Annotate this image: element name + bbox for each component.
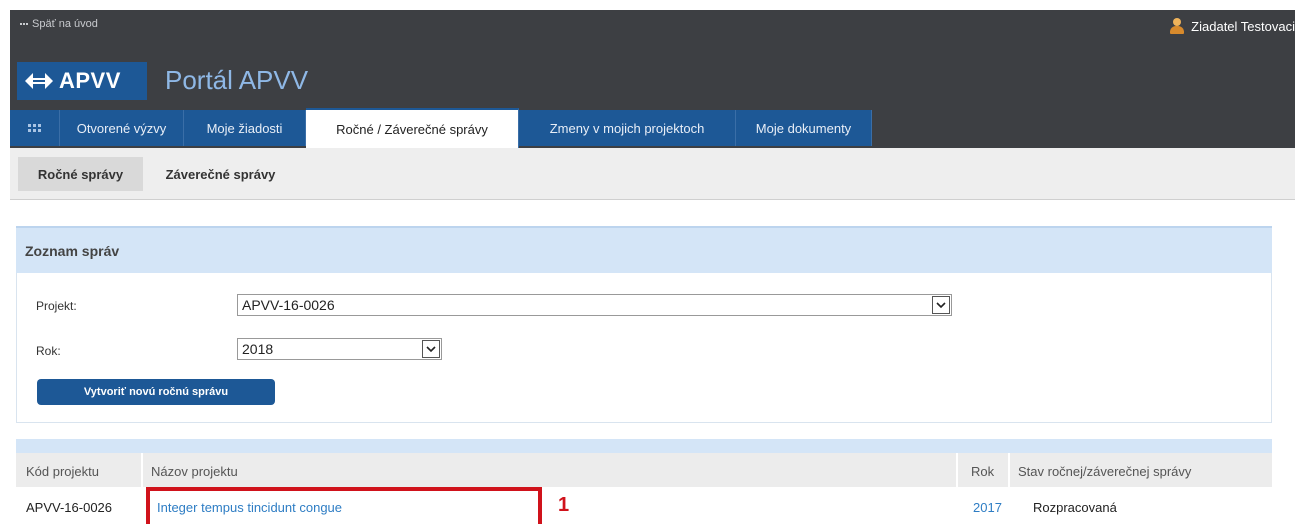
cell-report-status: Rozpracovaná [1033,500,1117,515]
subtab-rocne-spravy[interactable]: Ročné správy [18,157,143,191]
user-menu[interactable]: Ziadatel Testovaci [1169,17,1295,35]
tab-moje-dokumenty[interactable]: Moje dokumenty [736,110,872,146]
year-select-value: 2018 [242,341,274,357]
portal-title: Portál APVV [165,65,309,95]
chevron-down-icon [932,296,950,314]
user-icon [1169,17,1185,35]
panel-header: Zoznam správ [16,226,1272,273]
column-divider [956,453,958,487]
project-select[interactable]: APVV-16-0026 [237,294,952,316]
chevron-down-icon [422,340,440,358]
year-label: Rok: [36,344,61,358]
header: APVV Portál APVV [10,44,1295,108]
top-bar: Späť na úvod Ziadatel Testovaci [10,10,1295,44]
page: Späť na úvod Ziadatel Testovaci APVV Por… [0,0,1295,524]
apvv-logo[interactable]: APVV [17,62,147,100]
column-header-year[interactable]: Rok [971,464,994,479]
column-divider [141,453,143,487]
tab-moje-ziadosti[interactable]: Moje žiadosti [184,110,306,146]
user-name: Ziadatel Testovaci [1191,18,1295,34]
year-select[interactable]: 2018 [237,338,442,360]
table-top-strip [16,439,1272,453]
sub-nav: Ročné správy Záverečné správy [10,148,1295,200]
table-header: Kód projektu Názov projektu Rok Stav roč… [16,453,1272,487]
apps-menu-button[interactable] [10,110,60,146]
double-arrow-icon [25,73,53,89]
grid-menu-icon [28,124,41,132]
column-header-name[interactable]: Názov projektu [151,464,238,479]
back-label: Späť na úvod [32,18,98,30]
main-nav: Otvorené výzvy Moje žiadosti Ročné / Záv… [10,108,1295,148]
annotation-marker: 1 [558,494,570,516]
project-label: Projekt: [36,299,77,313]
tab-zmeny-v-projektoch[interactable]: Zmeny v mojich projektoch [519,110,736,146]
cell-project-code: APVV-16-0026 [26,500,113,515]
annotation-highlight-box [146,487,542,524]
column-header-code[interactable]: Kód projektu [26,464,99,479]
column-header-status[interactable]: Stav ročnej/záverečnej správy [1018,464,1191,479]
create-annual-report-button[interactable]: Vytvoriť novú ročnú správu [37,379,275,405]
panel-title: Zoznam správ [25,243,120,259]
apps-dots-icon [20,23,28,25]
filter-panel: Projekt: APVV-16-0026 Rok: 2018 Vytvoriť… [16,273,1272,423]
back-to-home-link[interactable]: Späť na úvod [20,18,98,30]
tab-rocne-zaverecne-spravy[interactable]: Ročné / Záverečné správy [306,108,519,148]
subtab-zaverecne-spravy[interactable]: Záverečné správy [148,157,293,191]
report-year-link[interactable]: 2017 [973,500,1002,515]
tab-otvorene-vyzvy[interactable]: Otvorené výzvy [60,110,184,146]
project-select-value: APVV-16-0026 [242,297,335,313]
logo-text: APVV [59,68,121,93]
column-divider [1008,453,1010,487]
